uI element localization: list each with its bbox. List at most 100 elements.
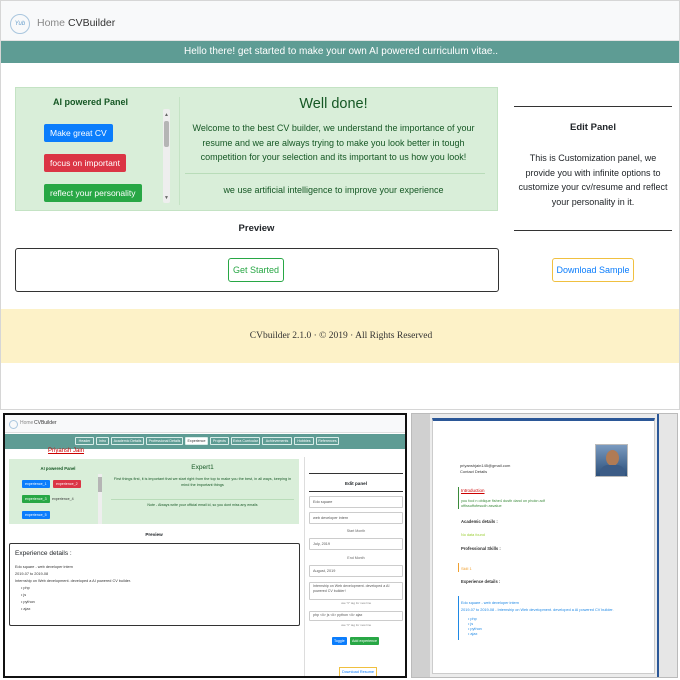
toggle-button[interactable]: Toggle [332,637,347,645]
intro-accent-bar [458,487,459,509]
get-started-button[interactable]: Get Started [228,258,284,282]
resume-name: Priyansh Jain [48,448,85,454]
panel-divider [179,97,180,205]
experience-company: Edo square - web developer intern [15,565,74,569]
professional-title: Professional Skills : [461,546,501,551]
reflect-personality-button[interactable]: reflect your personality [44,184,142,202]
scroll-up-arrow-icon[interactable]: ▲ [164,112,169,118]
intro-text: you fool n oblique fishe4 dusth dand on … [461,499,545,508]
ai-panel-title: AI powered Panel [53,97,129,107]
editor-navbar: Home CVBuilder [5,415,405,433]
experience-title: Experience details : [461,579,501,584]
skill-item: • php [21,586,30,590]
resume-skill: • ajax [468,632,478,636]
section-tabs: Header Intro Academic Details Profession… [5,434,405,449]
edit-panel-rule [309,491,403,492]
resume-exp-desc: 2019-07 to 2019-08 - Internship on Web d… [461,608,614,612]
vertical-divider [304,457,305,676]
academic-title: Academic details : [461,519,498,524]
end-month-label: End Month [347,556,365,560]
welcome-text: Welcome to the best CV builder, we under… [192,123,475,162]
nav-brand-link[interactable]: CVBuilder [68,17,115,29]
footer: CVbuilder 2.1.0 · © 2019 · All Rights Re… [1,309,679,363]
editor-edit-panel-title: Edit panel [345,481,367,486]
start-month-label: Start Month [346,529,366,533]
edit-panel-title: Edit Panel [570,122,616,133]
skill-item: Skill 1 [461,566,472,571]
tab-intro[interactable]: Intro [96,437,109,445]
tab-projects[interactable]: Projects [210,437,229,445]
add-experience-button[interactable]: Add experience [350,637,379,645]
editor-brand-link[interactable]: CVBuilder [34,420,57,426]
editor-home-link[interactable]: Home [20,420,33,426]
download-sample-button[interactable]: Download Sample [552,258,634,282]
profile-photo [595,444,628,477]
experience-description: Internship on Web development. developed… [15,579,132,583]
tab-academic-details[interactable]: Academic Details [111,437,144,445]
body-shape [600,465,625,476]
tab-header[interactable]: Header [75,437,94,445]
welcome-banner: Hello there! get started to make your ow… [1,41,679,63]
end-month-field[interactable]: August, 2019 [309,565,403,577]
resume-skill: • js [468,622,474,626]
well-done-title: Well done! [299,96,368,112]
resume-email: priyanshjain145@gmail.com [460,463,511,468]
resume-contact: Contact Details [460,469,488,474]
experience-accent-bar [458,596,459,640]
experience-1-button[interactable]: experience_1 [22,480,50,488]
editor-scrollbar-thumb[interactable] [98,477,102,492]
skill-accent-bar [458,563,459,572]
viewer-right-pane [657,414,677,677]
tab-achievements[interactable]: Achievements [262,437,292,445]
tab-references[interactable]: References [316,437,339,445]
skills-textarea[interactable]: php <li> js <li> python <li> ajax [309,611,403,621]
experience-2-button[interactable]: experience_2 [53,480,81,488]
expert-note: Note - Always write your official email … [147,503,258,507]
experience-4-item[interactable]: experience_4 [52,497,74,501]
download-resume-button[interactable]: Download Resume [339,667,377,676]
editor-ai-title: AI powered Panel [40,466,76,471]
edit-panel-text: This is Customization panel, we provide … [518,153,668,207]
nav-home-link[interactable]: Home [37,17,65,29]
tab-professional-details[interactable]: Professional Details [146,437,183,445]
resume-pdf-viewer [411,413,678,678]
edit-panel-top-rule [514,106,672,107]
scrollbar-thumb[interactable] [164,121,169,147]
experience-3-button[interactable]: experience_3 [22,495,50,503]
start-month-field[interactable]: July, 2019 [309,538,403,550]
skill-item: • ajax [21,607,31,611]
experience-dates: 2019-07 to 2019-08 [15,572,49,576]
experience-5-button[interactable]: experience_5 [22,511,50,519]
skill-item: • python [21,600,35,604]
intro-title: Introduction [461,488,485,493]
resume-exp-company: Edo square - web developer intern [461,601,520,605]
make-great-cv-button[interactable]: Make great CV [44,124,113,142]
description-textarea[interactable]: Internship on Web development. developed… [309,582,403,600]
main-page: Yub Home CVBuilder Hello there! get star… [0,0,680,410]
resume-skill: • python [468,627,482,631]
tab-hobbies[interactable]: Hobbies [294,437,314,445]
experience-details-title: Experience details : [15,550,72,557]
preview-label: Preview [238,223,275,234]
focus-on-important-button[interactable]: focus on important [44,154,126,172]
description-hint: use "li" tag for new line [340,601,372,605]
skills-hint: use "li" tag for new line [340,623,372,627]
company-field[interactable]: Edo square [309,496,403,508]
divider [185,173,485,174]
role-field[interactable]: web developer intern [309,512,403,524]
resume-skill: • php [468,617,477,621]
edit-panel-top-rule [309,473,403,474]
edit-panel-bottom-rule [514,230,672,231]
expert-title: Expert1 [191,464,214,471]
editor-preview-label: Preview [145,532,163,537]
tab-experience[interactable]: Experience [185,437,208,445]
skill-item: • js [21,593,27,597]
editor-logo[interactable] [9,420,18,429]
scroll-down-arrow-icon[interactable]: ▼ [164,195,169,201]
logo[interactable]: Yub [10,14,30,34]
divider [111,499,294,500]
tab-extra-curricular[interactable]: Extra Curricular [231,437,260,445]
expert-text: First things first, it is important that… [113,477,292,487]
academic-empty: No data found [461,533,485,537]
navbar: Yub Home CVBuilder [1,1,679,41]
